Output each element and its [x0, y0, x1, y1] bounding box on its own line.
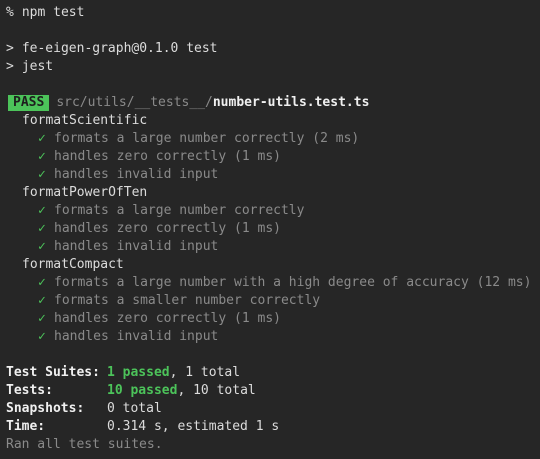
prompt-line: % npm test: [6, 4, 540, 22]
test-case-text: formats a smaller number correctly: [54, 293, 321, 308]
pass-badge: PASS: [8, 95, 50, 111]
test-case: ✓ handles zero correctly (1 ms): [6, 220, 540, 238]
check-icon: ✓: [38, 275, 46, 290]
summary-footer: Ran all test suites.: [6, 437, 163, 452]
script-package-line: > fe-eigen-graph@0.1.0 test: [6, 40, 540, 58]
output-marker: >: [6, 41, 14, 56]
summary-snapshots: Snapshots: 0 total: [6, 400, 540, 418]
summary-tests: Tests: 10 passed, 10 total: [6, 382, 540, 400]
output-marker: >: [6, 59, 14, 74]
describe-block-title: formatPowerOfTen: [22, 185, 148, 200]
prompt-command: npm test: [21, 5, 85, 20]
test-case: ✓ handles zero correctly (1 ms): [6, 310, 540, 328]
summary-passed-count: 1 passed: [107, 365, 170, 380]
check-icon: ✓: [38, 329, 46, 344]
test-file-result: PASS src/utils/__tests__/number-utils.tes…: [6, 94, 540, 112]
script-runner-line: > jest: [6, 58, 540, 76]
check-icon: ✓: [38, 203, 46, 218]
terminal-window[interactable]: % npm test > fe-eigen-graph@0.1.0 test > je…: [0, 0, 540, 459]
test-case: ✓ handles invalid input: [6, 328, 540, 346]
test-file-dir: src/utils/__tests__/: [56, 95, 213, 110]
check-icon: ✓: [38, 131, 46, 146]
test-case-text: handles zero correctly (1 ms): [54, 221, 281, 236]
test-case-text: handles invalid input: [54, 167, 219, 182]
test-case-text: formats a large number correctly: [54, 203, 305, 218]
check-icon: ✓: [38, 221, 46, 236]
describe-block-title: formatCompact: [22, 257, 124, 272]
test-case-text: formats a large number with a high degre…: [54, 275, 532, 290]
test-case: ✓ formats a large number with a high degr…: [6, 274, 540, 292]
test-case: ✓ formats a smaller number correctly: [6, 292, 540, 310]
summary-value: 0.314 s, estimated 1 s: [107, 419, 280, 434]
test-case-text: handles invalid input: [54, 329, 219, 344]
describe-block-title: formatScientific: [22, 113, 148, 128]
package-script-text: fe-eigen-graph@0.1.0 test: [21, 41, 218, 56]
test-case: ✓ handles zero correctly (1 ms): [6, 148, 540, 166]
summary-label: Time:: [6, 419, 46, 434]
summary-test-suites: Test Suites: 1 passed, 1 total: [6, 364, 540, 382]
summary-time: Time: 0.314 s, estimated 1 s: [6, 418, 540, 436]
test-case: ✓ formats a large number correctly (2 ms): [6, 130, 540, 148]
test-case-text: handles zero correctly (1 ms): [54, 311, 281, 326]
check-icon: ✓: [38, 167, 46, 182]
summary-label: Snapshots:: [6, 401, 85, 416]
test-case: ✓ handles invalid input: [6, 238, 540, 256]
test-file-name: number-utils.test.ts: [212, 95, 370, 110]
test-case-text: handles zero correctly (1 ms): [54, 149, 281, 164]
test-case-text: handles invalid input: [54, 239, 219, 254]
test-case: ✓ handles invalid input: [6, 166, 540, 184]
check-icon: ✓: [38, 293, 46, 308]
summary-label: Test Suites:: [6, 365, 100, 380]
test-case: ✓ formats a large number correctly: [6, 202, 540, 220]
prompt-symbol: %: [6, 5, 14, 20]
check-icon: ✓: [38, 239, 46, 254]
check-icon: ✓: [38, 149, 46, 164]
summary-value: 0 total: [107, 401, 162, 416]
summary-total: , 1 total: [169, 365, 241, 380]
summary-label: Tests:: [6, 383, 53, 398]
runner-text: jest: [21, 59, 54, 74]
test-case-text: formats a large number correctly (2 ms): [54, 131, 360, 146]
summary-passed-count: 10 passed: [107, 383, 178, 398]
check-icon: ✓: [38, 311, 46, 326]
summary-total: , 10 total: [177, 383, 256, 398]
